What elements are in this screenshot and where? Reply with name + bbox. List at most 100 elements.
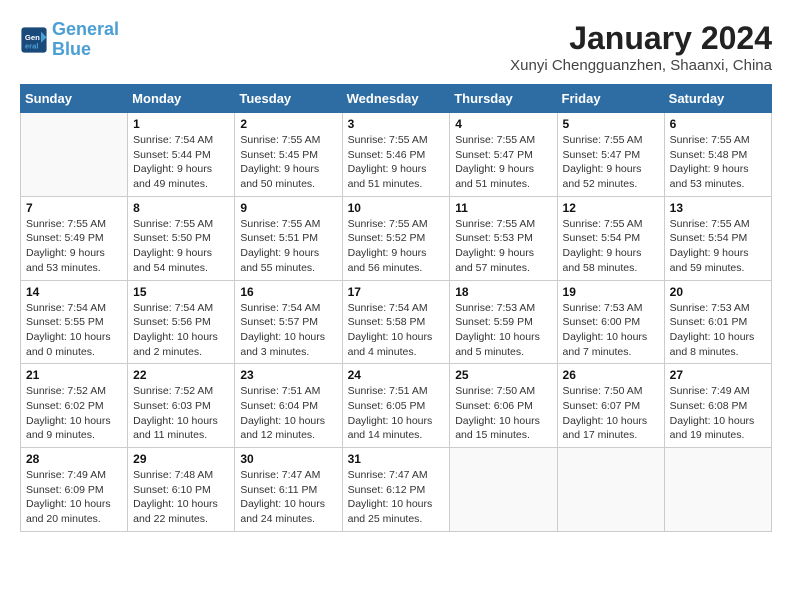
calendar-cell: 22 Sunrise: 7:52 AMSunset: 6:03 PMDayligh… xyxy=(128,364,235,448)
day-info: Sunrise: 7:55 AMSunset: 5:54 PMDaylight:… xyxy=(670,217,766,276)
weekday-header: Sunday xyxy=(21,85,128,113)
day-number: 14 xyxy=(26,285,122,299)
day-info: Sunrise: 7:47 AMSunset: 6:11 PMDaylight:… xyxy=(240,468,336,527)
calendar-cell: 16 Sunrise: 7:54 AMSunset: 5:57 PMDayligh… xyxy=(235,280,342,364)
day-number: 1 xyxy=(133,117,229,131)
calendar-cell: 10 Sunrise: 7:55 AMSunset: 5:52 PMDayligh… xyxy=(342,196,450,280)
calendar-cell xyxy=(21,113,128,197)
calendar-cell: 17 Sunrise: 7:54 AMSunset: 5:58 PMDayligh… xyxy=(342,280,450,364)
logo: Gen eral General Blue xyxy=(20,20,119,60)
calendar-cell: 18Sunrise: 7:53 AMSunset: 5:59 PMDayligh… xyxy=(450,280,557,364)
logo-line2: Blue xyxy=(52,39,91,59)
day-info: Sunrise: 7:52 AMSunset: 6:03 PMDaylight:… xyxy=(133,384,229,443)
calendar-cell xyxy=(450,448,557,532)
day-number: 28 xyxy=(26,452,122,466)
weekday-header: Monday xyxy=(128,85,235,113)
calendar-cell: 27 Sunrise: 7:49 AMSunset: 6:08 PMDayligh… xyxy=(664,364,771,448)
calendar-cell: 15 Sunrise: 7:54 AMSunset: 5:56 PMDayligh… xyxy=(128,280,235,364)
day-info: Sunrise: 7:53 AMSunset: 6:01 PMDaylight:… xyxy=(670,301,766,360)
day-info: Sunrise: 7:52 AMSunset: 6:02 PMDaylight:… xyxy=(26,384,122,443)
calendar-cell: 3Sunrise: 7:55 AMSunset: 5:46 PMDaylight… xyxy=(342,113,450,197)
calendar-cell: 13 Sunrise: 7:55 AMSunset: 5:54 PMDayligh… xyxy=(664,196,771,280)
calendar-header-row: SundayMondayTuesdayWednesdayThursdayFrid… xyxy=(21,85,772,113)
day-info: Sunrise: 7:54 AMSunset: 5:56 PMDaylight:… xyxy=(133,301,229,360)
calendar-week-row: 14Sunrise: 7:54 AMSunset: 5:55 PMDayligh… xyxy=(21,280,772,364)
day-number: 24 xyxy=(348,368,445,382)
day-info: Sunrise: 7:55 AMSunset: 5:51 PMDaylight:… xyxy=(240,217,336,276)
svg-text:eral: eral xyxy=(25,41,39,50)
calendar-table: SundayMondayTuesdayWednesdayThursdayFrid… xyxy=(20,84,772,532)
subtitle: Xunyi Chengguanzhen, Shaanxi, China xyxy=(510,57,772,74)
weekday-header: Saturday xyxy=(664,85,771,113)
day-number: 30 xyxy=(240,452,336,466)
weekday-header: Tuesday xyxy=(235,85,342,113)
day-info: Sunrise: 7:53 AMSunset: 6:00 PMDaylight:… xyxy=(563,301,659,360)
day-number: 19 xyxy=(563,285,659,299)
calendar-cell: 5Sunrise: 7:55 AMSunset: 5:47 PMDaylight… xyxy=(557,113,664,197)
calendar-cell: 11Sunrise: 7:55 AMSunset: 5:53 PMDayligh… xyxy=(450,196,557,280)
day-info: Sunrise: 7:49 AMSunset: 6:08 PMDaylight:… xyxy=(670,384,766,443)
main-title: January 2024 xyxy=(510,20,772,57)
title-block: January 2024 Xunyi Chengguanzhen, Shaanx… xyxy=(510,20,772,74)
page-header: Gen eral General Blue January 2024 Xunyi… xyxy=(20,20,772,74)
logo-text: General Blue xyxy=(52,20,119,60)
day-number: 27 xyxy=(670,368,766,382)
day-number: 22 xyxy=(133,368,229,382)
day-info: Sunrise: 7:49 AMSunset: 6:09 PMDaylight:… xyxy=(26,468,122,527)
calendar-cell: 19 Sunrise: 7:53 AMSunset: 6:00 PMDayligh… xyxy=(557,280,664,364)
day-info: Sunrise: 7:47 AMSunset: 6:12 PMDaylight:… xyxy=(348,468,445,527)
day-number: 8 xyxy=(133,201,229,215)
calendar-cell: 31 Sunrise: 7:47 AMSunset: 6:12 PMDayligh… xyxy=(342,448,450,532)
day-number: 18 xyxy=(455,285,551,299)
day-number: 16 xyxy=(240,285,336,299)
calendar-cell: 26 Sunrise: 7:50 AMSunset: 6:07 PMDayligh… xyxy=(557,364,664,448)
calendar-cell: 23 Sunrise: 7:51 AMSunset: 6:04 PMDayligh… xyxy=(235,364,342,448)
calendar-cell: 1 Sunrise: 7:54 AMSunset: 5:44 PMDaylight… xyxy=(128,113,235,197)
day-number: 9 xyxy=(240,201,336,215)
day-info: Sunrise: 7:48 AMSunset: 6:10 PMDaylight:… xyxy=(133,468,229,527)
calendar-cell: 30 Sunrise: 7:47 AMSunset: 6:11 PMDayligh… xyxy=(235,448,342,532)
day-number: 12 xyxy=(563,201,659,215)
logo-icon: Gen eral xyxy=(20,26,48,54)
day-info: Sunrise: 7:54 AMSunset: 5:58 PMDaylight:… xyxy=(348,301,445,360)
calendar-week-row: 7Sunrise: 7:55 AMSunset: 5:49 PMDaylight… xyxy=(21,196,772,280)
calendar-cell: 28 Sunrise: 7:49 AMSunset: 6:09 PMDayligh… xyxy=(21,448,128,532)
day-number: 10 xyxy=(348,201,445,215)
calendar-cell: 29Sunrise: 7:48 AMSunset: 6:10 PMDayligh… xyxy=(128,448,235,532)
day-number: 3 xyxy=(348,117,445,131)
day-number: 13 xyxy=(670,201,766,215)
calendar-cell: 6Sunrise: 7:55 AMSunset: 5:48 PMDaylight… xyxy=(664,113,771,197)
calendar-cell xyxy=(557,448,664,532)
day-info: Sunrise: 7:50 AMSunset: 6:07 PMDaylight:… xyxy=(563,384,659,443)
logo-line1: General xyxy=(52,19,119,39)
day-number: 15 xyxy=(133,285,229,299)
day-info: Sunrise: 7:51 AMSunset: 6:05 PMDaylight:… xyxy=(348,384,445,443)
day-number: 21 xyxy=(26,368,122,382)
day-number: 11 xyxy=(455,201,551,215)
calendar-cell: 2Sunrise: 7:55 AMSunset: 5:45 PMDaylight… xyxy=(235,113,342,197)
day-info: Sunrise: 7:54 AMSunset: 5:57 PMDaylight:… xyxy=(240,301,336,360)
calendar-week-row: 28 Sunrise: 7:49 AMSunset: 6:09 PMDayligh… xyxy=(21,448,772,532)
day-number: 17 xyxy=(348,285,445,299)
day-number: 4 xyxy=(455,117,551,131)
calendar-cell: 4Sunrise: 7:55 AMSunset: 5:47 PMDaylight… xyxy=(450,113,557,197)
weekday-header: Wednesday xyxy=(342,85,450,113)
weekday-header: Friday xyxy=(557,85,664,113)
day-number: 31 xyxy=(348,452,445,466)
calendar-week-row: 21 Sunrise: 7:52 AMSunset: 6:02 PMDayligh… xyxy=(21,364,772,448)
calendar-cell: 24 Sunrise: 7:51 AMSunset: 6:05 PMDayligh… xyxy=(342,364,450,448)
day-info: Sunrise: 7:54 AMSunset: 5:44 PMDaylight:… xyxy=(133,133,229,192)
day-info: Sunrise: 7:51 AMSunset: 6:04 PMDaylight:… xyxy=(240,384,336,443)
day-info: Sunrise: 7:55 AMSunset: 5:47 PMDaylight:… xyxy=(563,133,659,192)
day-number: 26 xyxy=(563,368,659,382)
day-info: Sunrise: 7:55 AMSunset: 5:54 PMDaylight:… xyxy=(563,217,659,276)
day-info: Sunrise: 7:55 AMSunset: 5:50 PMDaylight:… xyxy=(133,217,229,276)
day-info: Sunrise: 7:55 AMSunset: 5:52 PMDaylight:… xyxy=(348,217,445,276)
day-number: 20 xyxy=(670,285,766,299)
calendar-cell: 12 Sunrise: 7:55 AMSunset: 5:54 PMDayligh… xyxy=(557,196,664,280)
calendar-cell xyxy=(664,448,771,532)
day-number: 23 xyxy=(240,368,336,382)
calendar-cell: 8 Sunrise: 7:55 AMSunset: 5:50 PMDaylight… xyxy=(128,196,235,280)
calendar-cell: 20 Sunrise: 7:53 AMSunset: 6:01 PMDayligh… xyxy=(664,280,771,364)
weekday-header: Thursday xyxy=(450,85,557,113)
